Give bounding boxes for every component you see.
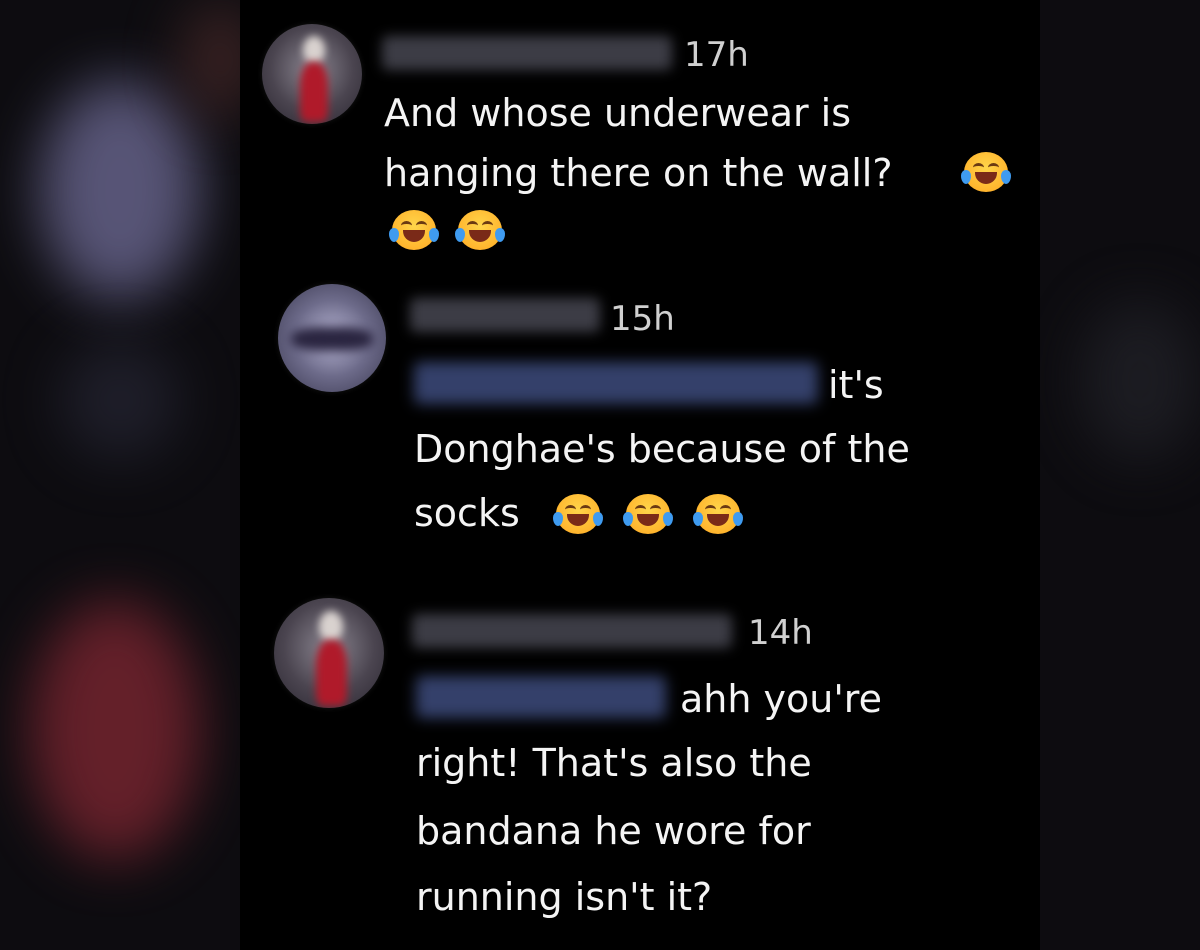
comment-text: it's <box>828 363 884 407</box>
blurred-backdrop-left <box>0 0 240 950</box>
comment-text: Donghae's because of the <box>414 427 910 471</box>
username-redacted[interactable] <box>410 298 600 332</box>
avatar[interactable] <box>274 598 384 708</box>
face-with-tears-of-joy-icon <box>693 494 743 534</box>
timestamp: 17h <box>684 35 749 75</box>
comment-text: running isn't it? <box>416 875 713 919</box>
username-redacted[interactable] <box>382 36 672 70</box>
blurred-backdrop-right <box>1040 0 1200 950</box>
timestamp: 14h <box>748 613 813 653</box>
timestamp: 15h <box>610 299 675 339</box>
comment-thread: 17h And whose underwear is hanging there… <box>240 0 1040 950</box>
comment-text: right! That's also the <box>416 741 812 785</box>
face-with-tears-of-joy-icon <box>623 494 673 534</box>
avatar[interactable] <box>262 24 362 124</box>
comment-text: And whose underwear is <box>384 91 852 135</box>
mention-redacted[interactable] <box>416 676 666 718</box>
username-redacted[interactable] <box>412 614 732 648</box>
face-with-tears-of-joy-icon <box>455 210 505 250</box>
comment-text: socks <box>414 491 520 535</box>
face-with-tears-of-joy-icon <box>553 494 603 534</box>
avatar[interactable] <box>278 284 386 392</box>
comment-text: ahh you're <box>680 677 882 721</box>
mention-redacted[interactable] <box>414 362 818 404</box>
comment-text: hanging there on the wall? <box>384 151 893 195</box>
comment-text: bandana he wore for <box>416 809 811 853</box>
face-with-tears-of-joy-icon <box>389 210 439 250</box>
face-with-tears-of-joy-icon <box>961 152 1011 192</box>
